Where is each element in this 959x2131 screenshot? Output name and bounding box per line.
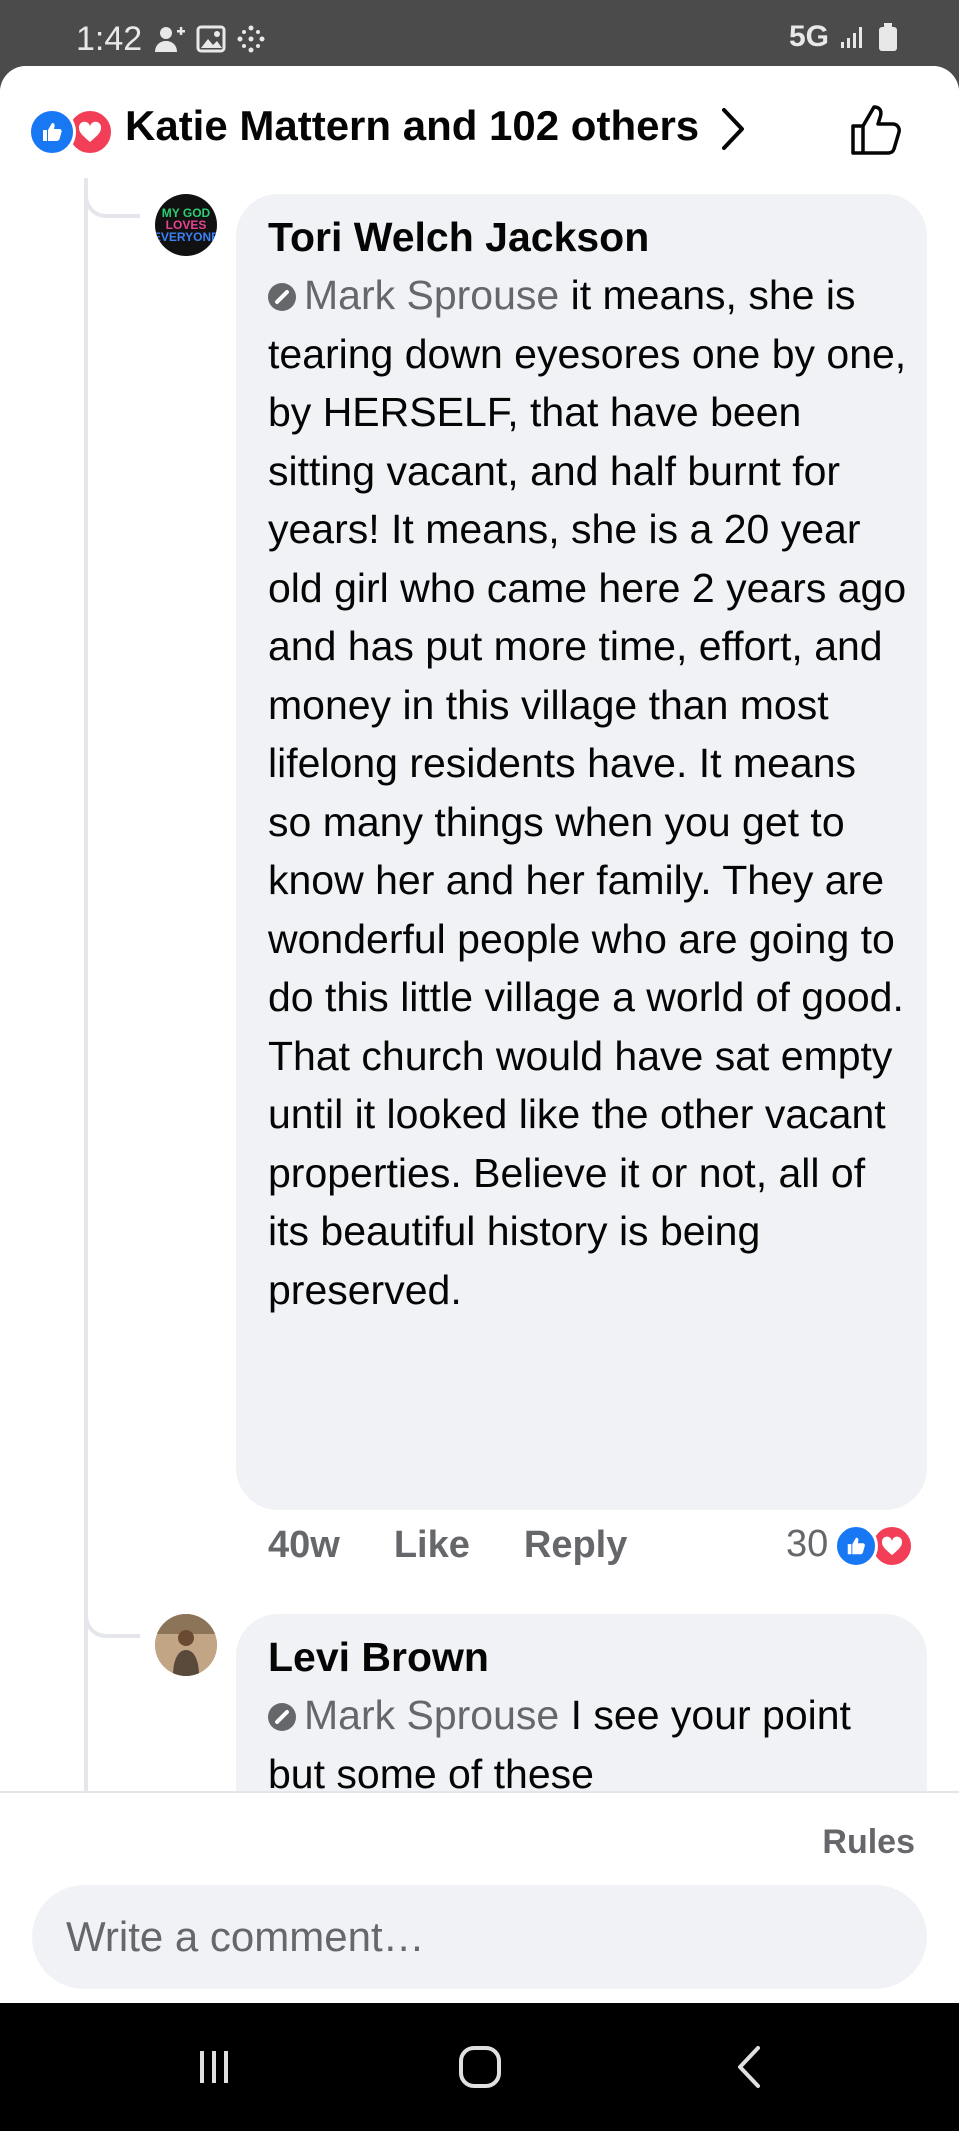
comments-sheet: Katie Mattern and 102 others MY GOD LOVE… xyxy=(0,66,959,2003)
header-reactions xyxy=(28,108,116,156)
comment-age[interactable]: 40w xyxy=(268,1524,340,1567)
person-add-icon xyxy=(155,27,185,52)
avatar[interactable]: MY GOD LOVES EVERYONE xyxy=(155,194,217,256)
status-right: 5G xyxy=(789,20,899,54)
status-time: 1:42 xyxy=(76,20,143,58)
battery-icon xyxy=(879,23,897,51)
comment-actions: 40w Like Reply xyxy=(268,1524,627,1567)
mention-link[interactable]: Mark Sprouse xyxy=(304,272,559,318)
network-label: 5G xyxy=(788,20,829,53)
comment-input[interactable] xyxy=(32,1885,927,1989)
mention-icon xyxy=(268,283,296,311)
mention-link[interactable]: Mark Sprouse xyxy=(304,1692,559,1738)
thread-branch xyxy=(84,178,140,218)
back-icon[interactable] xyxy=(710,2037,790,2097)
avatar-text: EVERYONE xyxy=(155,230,217,244)
reactions-summary[interactable]: Katie Mattern and 102 others xyxy=(125,102,699,150)
signal-icon xyxy=(841,27,862,48)
thread-branch xyxy=(84,1598,140,1638)
image-icon xyxy=(196,25,226,53)
person-photo xyxy=(155,1614,217,1676)
comment-reaction-icons xyxy=(834,1522,918,1568)
comment-text: Mark Sprouse it means, she is tearing do… xyxy=(268,266,908,1319)
status-bar: 1:42 5G xyxy=(0,0,959,70)
comment-composer: Rules xyxy=(0,1791,959,2003)
avatar[interactable] xyxy=(155,1614,217,1676)
rules-link[interactable]: Rules xyxy=(822,1823,915,1862)
comment-body: it means, she is tearing down eyesores o… xyxy=(268,272,907,1313)
comment-bubble[interactable]: Tori Welch Jackson Mark Sprouse it means… xyxy=(236,194,927,1510)
mention-icon xyxy=(268,1703,296,1731)
status-notification-icons xyxy=(152,24,266,54)
comment-text: Mark Sprouse I see your point but some o… xyxy=(268,1686,908,1803)
comment-author[interactable]: Tori Welch Jackson xyxy=(268,214,649,261)
recent-apps-icon[interactable] xyxy=(174,2037,254,2097)
reaction-count: 30 xyxy=(786,1522,829,1565)
navigation-bar xyxy=(0,2003,959,2131)
home-icon[interactable] xyxy=(440,2037,520,2097)
comment-reactions[interactable]: 30 xyxy=(786,1522,918,1568)
like-button[interactable]: Like xyxy=(394,1524,470,1567)
like-reaction-icon xyxy=(834,1524,879,1568)
like-reaction-icon xyxy=(28,108,76,156)
reactions-header[interactable]: Katie Mattern and 102 others xyxy=(0,66,959,196)
reply-button[interactable]: Reply xyxy=(524,1524,627,1567)
dots-grid-icon xyxy=(237,25,265,53)
comment-author[interactable]: Levi Brown xyxy=(268,1634,489,1681)
chevron-right-icon[interactable] xyxy=(718,104,748,154)
thumbs-up-icon[interactable] xyxy=(848,102,904,158)
